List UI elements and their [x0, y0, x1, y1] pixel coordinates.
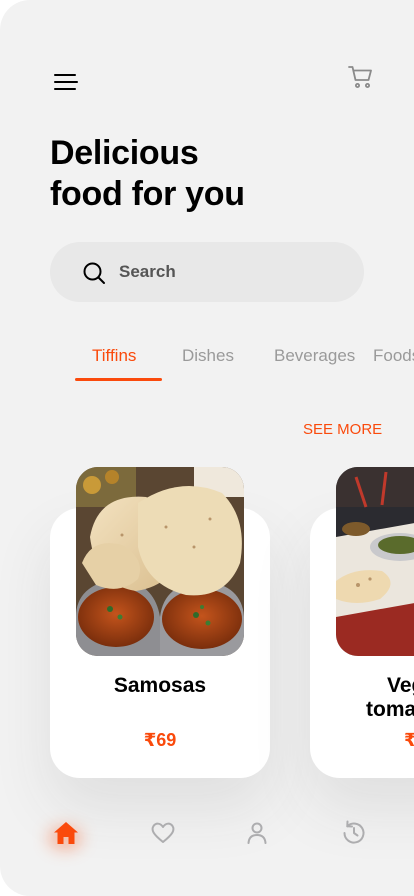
product-name: Samosas [113, 674, 207, 697]
shopping-cart-icon[interactable] [347, 63, 375, 91]
hamburger-menu-icon[interactable] [52, 70, 80, 94]
history-icon[interactable] [339, 818, 369, 848]
search-icon [83, 262, 105, 284]
page-title: Delicious food for you [50, 133, 370, 215]
search-bar[interactable] [50, 242, 364, 302]
tab-tiffins[interactable]: Tiffins [92, 346, 136, 366]
title-line-1: Delicious [50, 134, 199, 172]
product-name-line-2: toma [366, 698, 414, 721]
product-image [336, 467, 414, 656]
heart-icon[interactable] [148, 818, 178, 848]
category-tabs: Tiffins Dishes Beverages Foods [0, 346, 414, 386]
title-line-2: food for you [50, 175, 245, 213]
see-more-link[interactable]: SEE MORE [303, 421, 382, 438]
active-tab-indicator [75, 378, 162, 381]
product-price: ₹ [404, 730, 414, 750]
user-icon[interactable] [242, 818, 272, 848]
home-icon[interactable] [51, 818, 81, 848]
tab-beverages[interactable]: Beverages [274, 346, 355, 366]
app-screen: Delicious food for you Tiffins Dishes Be… [0, 0, 414, 896]
bottom-navigation [0, 810, 414, 860]
tab-dishes[interactable]: Dishes [182, 346, 234, 366]
tab-foods[interactable]: Foods [373, 346, 414, 366]
product-name: Veg toma [310, 674, 414, 722]
search-input[interactable] [119, 260, 339, 284]
product-price: ₹69 [143, 730, 177, 750]
product-image [76, 467, 244, 656]
product-name-line-1: Veg [387, 674, 414, 697]
